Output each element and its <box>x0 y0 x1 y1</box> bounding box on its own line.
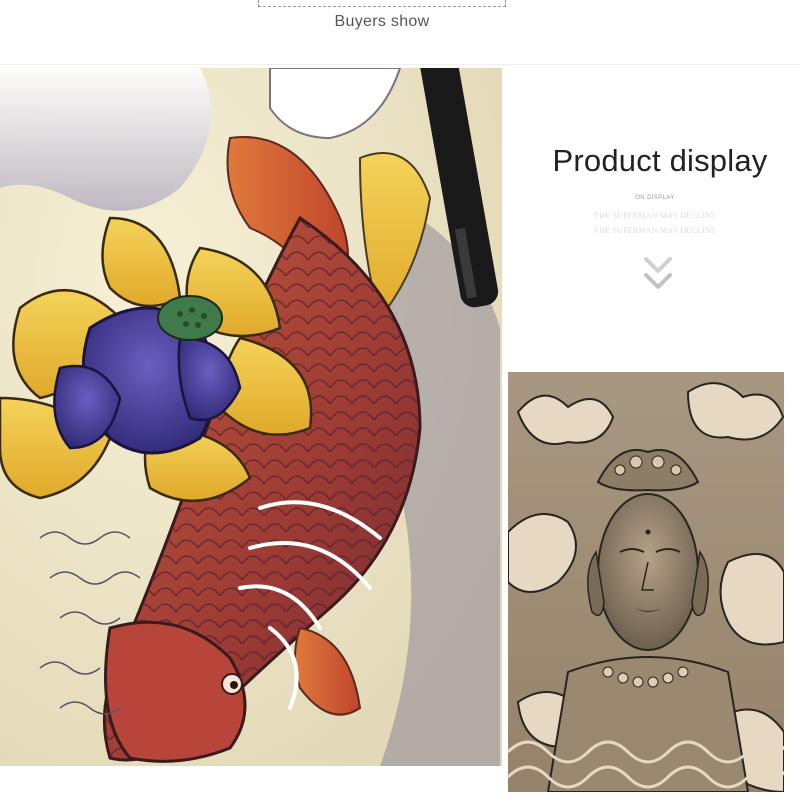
koi-lotus-tattoo-photo <box>0 68 502 766</box>
product-detail-page: Buyers show Product display ON DISPLAY T… <box>0 0 800 800</box>
section-label-frame <box>258 0 506 7</box>
product-display-title: Product display <box>552 143 768 178</box>
double-chevron-down-icon <box>640 255 676 295</box>
divider <box>0 64 800 65</box>
guanyin-tattoo-photo <box>508 372 784 792</box>
decorative-caption-2: THE SUPERMAN MAY DECLINE <box>594 226 716 235</box>
on-display-subtitle: ON DISPLAY <box>635 195 675 201</box>
buyers-show-heading: Buyers show <box>334 13 430 30</box>
decorative-caption-1: THE SUPERMAN MAY DECLINE <box>594 211 716 220</box>
